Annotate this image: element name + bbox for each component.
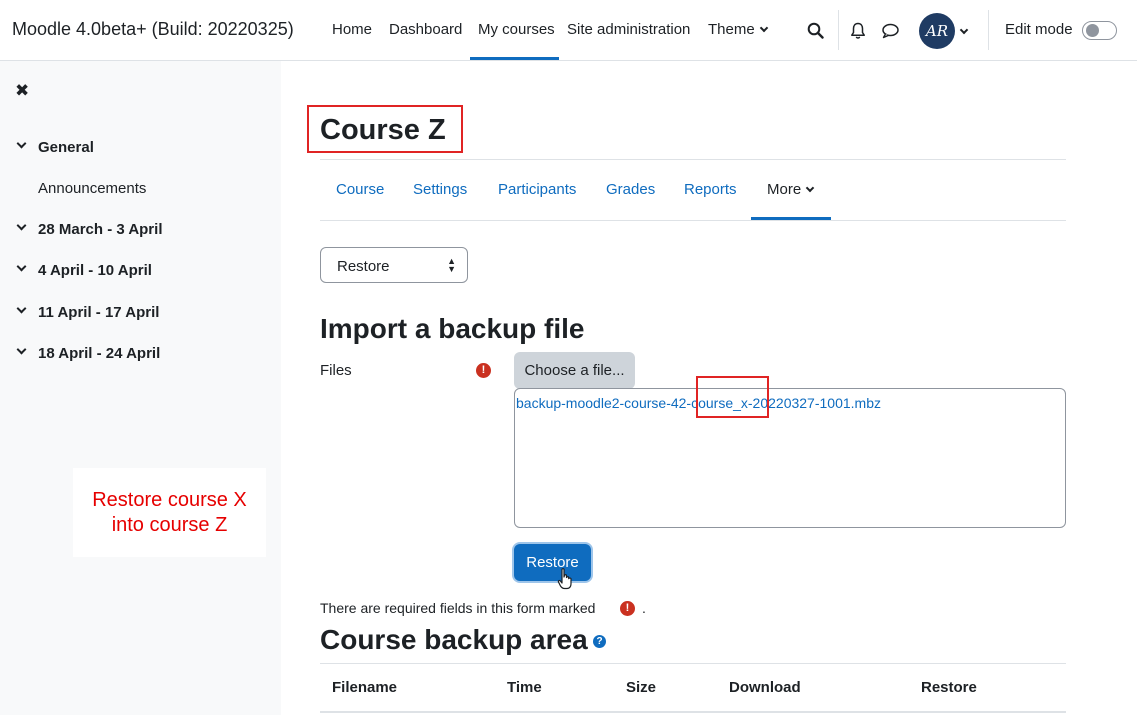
- backup-area-heading: Course backup area: [320, 624, 588, 655]
- divider: [320, 711, 1066, 713]
- sidebar-section-general[interactable]: General: [38, 139, 94, 156]
- nav-home[interactable]: Home: [332, 21, 372, 38]
- annotation-line-1: Restore course X: [92, 489, 247, 511]
- required-fields-period: .: [642, 600, 646, 616]
- tab-course[interactable]: Course: [336, 181, 384, 198]
- navbar-divider: [988, 10, 989, 50]
- nav-my-courses[interactable]: My courses: [478, 21, 555, 38]
- chevron-down-icon[interactable]: [16, 344, 27, 355]
- sidebar-item-announcements[interactable]: Announcements: [38, 180, 146, 197]
- required-fields-note: There are required fields in this form m…: [320, 600, 595, 616]
- chevron-down-icon[interactable]: [16, 138, 27, 149]
- required-icon: !: [476, 363, 491, 378]
- sidebar-section-week-1[interactable]: 28 March - 3 April: [38, 221, 162, 238]
- table-header-restore: Restore: [921, 679, 977, 696]
- annotation-line-2: into course Z: [111, 514, 228, 536]
- divider: [320, 159, 1066, 160]
- annotation-text: Restore course X into course Z: [73, 488, 266, 538]
- import-heading: Import a backup file: [320, 313, 585, 344]
- divider: [320, 663, 1066, 664]
- required-fields-text: There are required fields in this form m…: [320, 600, 596, 616]
- user-avatar[interactable]: AR: [919, 13, 955, 49]
- highlight-box-course-x: [696, 376, 769, 418]
- nav-active-indicator: [470, 57, 559, 60]
- chevron-down-icon[interactable]: [16, 303, 27, 314]
- sidebar-section-week-4[interactable]: 18 April - 24 April: [38, 345, 160, 362]
- table-header-filename: Filename: [332, 679, 398, 696]
- files-label: Files: [320, 362, 352, 379]
- highlight-box-course-title: [307, 105, 463, 153]
- sidebar-section-week-3[interactable]: 11 April - 17 April: [38, 304, 159, 321]
- table-header-time: Time: [507, 679, 542, 696]
- chevron-down-icon: [805, 183, 815, 193]
- tab-reports[interactable]: Reports: [684, 181, 737, 198]
- edit-mode-label: Edit mode: [1005, 21, 1073, 38]
- file-drop-area[interactable]: backup-moodle2-course-42-course_x-202203…: [514, 388, 1066, 528]
- divider: [320, 220, 1066, 221]
- edit-mode-toggle[interactable]: [1082, 21, 1117, 40]
- nav-theme-label: Theme: [708, 21, 755, 38]
- chevron-down-icon: [759, 23, 768, 33]
- navbar-divider: [838, 10, 839, 50]
- nav-site-administration[interactable]: Site administration: [567, 21, 690, 38]
- chevron-down-icon[interactable]: [16, 261, 27, 272]
- table-header-download: Download: [729, 679, 801, 696]
- action-select-value: Restore: [337, 258, 390, 275]
- tab-grades[interactable]: Grades: [606, 181, 655, 198]
- nav-dashboard[interactable]: Dashboard: [389, 21, 462, 38]
- tab-more[interactable]: More: [767, 181, 815, 198]
- nav-theme[interactable]: Theme: [708, 21, 768, 38]
- tab-participants[interactable]: Participants: [498, 181, 576, 198]
- chevron-down-icon[interactable]: [16, 220, 27, 231]
- annotation-note: Restore course X into course Z: [73, 468, 266, 557]
- message-icon[interactable]: [881, 23, 900, 39]
- select-arrows-icon: ▲ ▼: [447, 256, 456, 274]
- required-icon: !: [620, 601, 635, 616]
- toggle-knob: [1086, 24, 1099, 37]
- bell-icon[interactable]: [850, 22, 866, 40]
- sidebar-section-week-2[interactable]: 4 April - 10 April: [38, 262, 152, 279]
- table-header-size: Size: [626, 679, 657, 696]
- help-icon[interactable]: ?: [593, 635, 606, 648]
- tab-settings[interactable]: Settings: [413, 181, 467, 198]
- restore-button[interactable]: Restore: [514, 544, 591, 581]
- site-brand[interactable]: Moodle 4.0beta+ (Build: 20220325): [12, 19, 294, 40]
- close-icon[interactable]: ✖: [15, 81, 29, 101]
- action-select[interactable]: Restore ▲ ▼: [320, 247, 468, 283]
- user-menu-chevron-icon[interactable]: [959, 25, 969, 35]
- course-index-sidebar: ✖ General Announcements 28 March - 3 Apr…: [0, 61, 281, 715]
- search-icon[interactable]: [807, 22, 824, 39]
- choose-file-button[interactable]: Choose a file...: [514, 352, 635, 389]
- tab-more-label: More: [767, 181, 802, 198]
- top-navbar: Moodle 4.0beta+ (Build: 20220325) Home D…: [0, 0, 1137, 61]
- hand-cursor-icon: [557, 568, 572, 590]
